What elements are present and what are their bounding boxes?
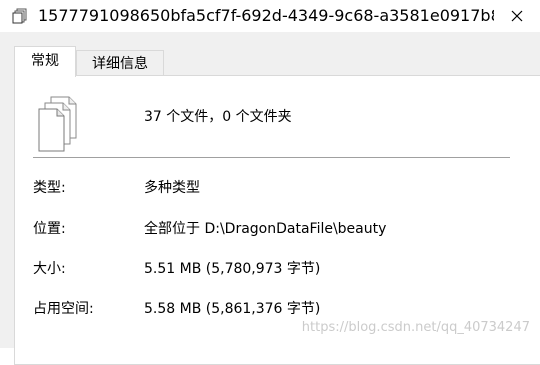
location-label: 位置: xyxy=(33,221,66,237)
title-bar: 1577791098650bfa5cf7f-692d-4349-9c68-a35… xyxy=(0,0,540,32)
size-value: 5.51 MB (5,780,973 字节) xyxy=(144,261,321,277)
location-value: 全部位于 D:\DragonDataFile\beauty xyxy=(144,221,387,237)
size-on-disk-label: 占用空间: xyxy=(33,301,94,317)
multiple-files-icon xyxy=(37,96,77,152)
window-title: 1577791098650bfa5cf7f-692d-4349-9c68-a35… xyxy=(38,6,494,25)
size-label: 大小: xyxy=(33,261,66,277)
close-button[interactable] xyxy=(494,0,540,32)
properties-dialog: 常规 详细信息 37 个文件，0 个文件夹 类型: 多种类型 位置: 全部位于 … xyxy=(0,32,540,365)
close-icon xyxy=(511,7,523,26)
watermark: https://blog.csdn.net/qq_40734247 xyxy=(301,320,530,335)
size-on-disk-value: 5.58 MB (5,861,376 字节) xyxy=(144,301,321,317)
multiple-files-icon xyxy=(12,8,28,24)
selection-summary: 37 个文件，0 个文件夹 xyxy=(144,109,292,125)
divider xyxy=(33,157,510,158)
type-value: 多种类型 xyxy=(144,180,200,196)
tab-details[interactable]: 详细信息 xyxy=(76,50,164,76)
tab-general[interactable]: 常规 xyxy=(14,46,76,77)
type-label: 类型: xyxy=(33,180,66,196)
